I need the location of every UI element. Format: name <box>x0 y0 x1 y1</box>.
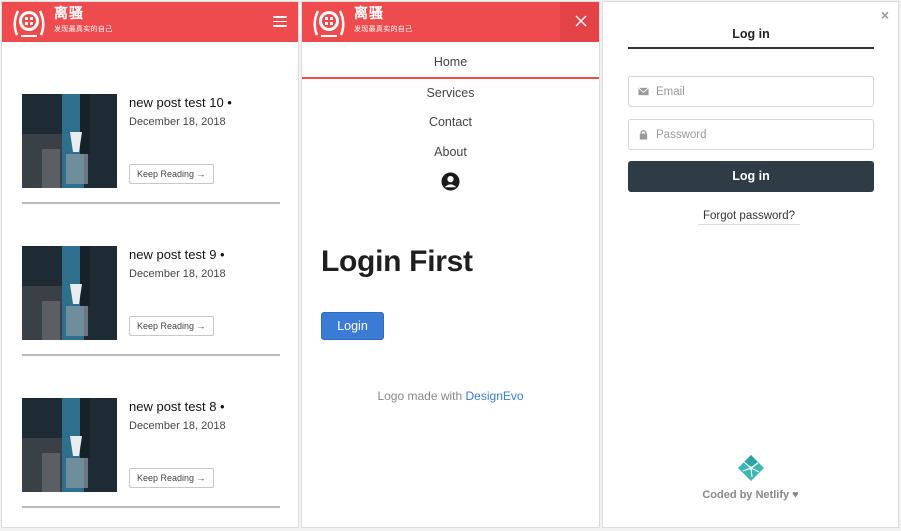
post-thumbnail[interactable] <box>22 246 117 340</box>
nav-item-about[interactable]: About <box>302 145 599 159</box>
post-thumbnail[interactable] <box>22 398 117 492</box>
close-modal-button[interactable]: × <box>881 7 889 23</box>
logo-emblem-icon[interactable] <box>311 5 347 39</box>
post-date: December 18, 2018 <box>129 268 226 280</box>
lock-icon <box>639 129 648 140</box>
post-card: new post test 9 • December 18, 2018 Keep… <box>22 246 280 356</box>
password-input[interactable] <box>656 126 856 144</box>
post-date: December 18, 2018 <box>129 420 226 432</box>
nav-active-underline <box>302 77 599 79</box>
keep-reading-button[interactable]: Keep Reading → <box>129 316 214 336</box>
keep-reading-button[interactable]: Keep Reading → <box>129 468 214 488</box>
close-menu-button[interactable] <box>560 2 599 42</box>
logo-credit: Logo made with DesignEvo <box>302 389 599 403</box>
brand-slogan: 发现最真实的自己 <box>54 25 113 33</box>
keep-reading-button[interactable]: Keep Reading → <box>129 164 214 184</box>
user-circle-icon[interactable] <box>441 172 460 191</box>
post-title[interactable]: new post test 9 • <box>129 247 225 262</box>
login-button[interactable]: Login <box>321 312 384 340</box>
email-field[interactable] <box>628 76 874 107</box>
forgot-password-link[interactable]: Forgot password? <box>698 210 801 225</box>
blog-list-panel: 离骚 发现最真实的自己 new post test 10 • December … <box>1 1 299 528</box>
site-header: 离骚 发现最真实的自己 <box>2 2 298 42</box>
credit-text: Logo made with <box>377 389 466 403</box>
post-thumbnail[interactable] <box>22 94 117 188</box>
nav-item-home[interactable]: Home <box>302 55 599 69</box>
brand[interactable]: 离骚 发现最真实的自己 <box>354 5 412 34</box>
brand[interactable]: 离骚 发现最真实的自己 <box>54 5 112 34</box>
page-title: Login First <box>321 245 473 278</box>
logo-emblem-icon[interactable] <box>11 5 47 39</box>
netlify-credit: Coded by Netlify ♥ <box>702 489 799 501</box>
brand-name: 离骚 <box>54 6 84 22</box>
post-title[interactable]: new post test 10 • <box>129 95 232 110</box>
site-header: 离骚 发现最真实的自己 <box>302 2 560 42</box>
designevo-link[interactable]: DesignEvo <box>466 389 524 403</box>
netlify-logo-icon[interactable] <box>737 454 765 482</box>
envelope-icon <box>638 87 649 96</box>
post-card: new post test 10 • December 18, 2018 Kee… <box>22 94 280 204</box>
hamburger-icon[interactable] <box>273 16 287 28</box>
close-icon <box>575 15 586 27</box>
post-title[interactable]: new post test 8 • <box>129 399 225 414</box>
auth-modal: × Log in Log in Forgot password? Coded b… <box>602 1 899 528</box>
brand-name: 离骚 <box>354 6 384 22</box>
nav-item-services[interactable]: Services <box>302 86 599 100</box>
email-input[interactable] <box>656 83 856 101</box>
login-submit-button[interactable]: Log in <box>628 161 874 192</box>
post-card: new post test 8 • December 18, 2018 Keep… <box>22 398 280 508</box>
post-date: December 18, 2018 <box>129 116 226 128</box>
brand-slogan: 发现最真实的自己 <box>354 25 413 33</box>
nav-item-contact[interactable]: Contact <box>302 115 599 129</box>
login-tab[interactable]: Log in <box>628 27 874 49</box>
menu-panel: 离骚 发现最真实的自己 Home Services Contact About … <box>301 1 600 528</box>
password-field[interactable] <box>628 119 874 150</box>
